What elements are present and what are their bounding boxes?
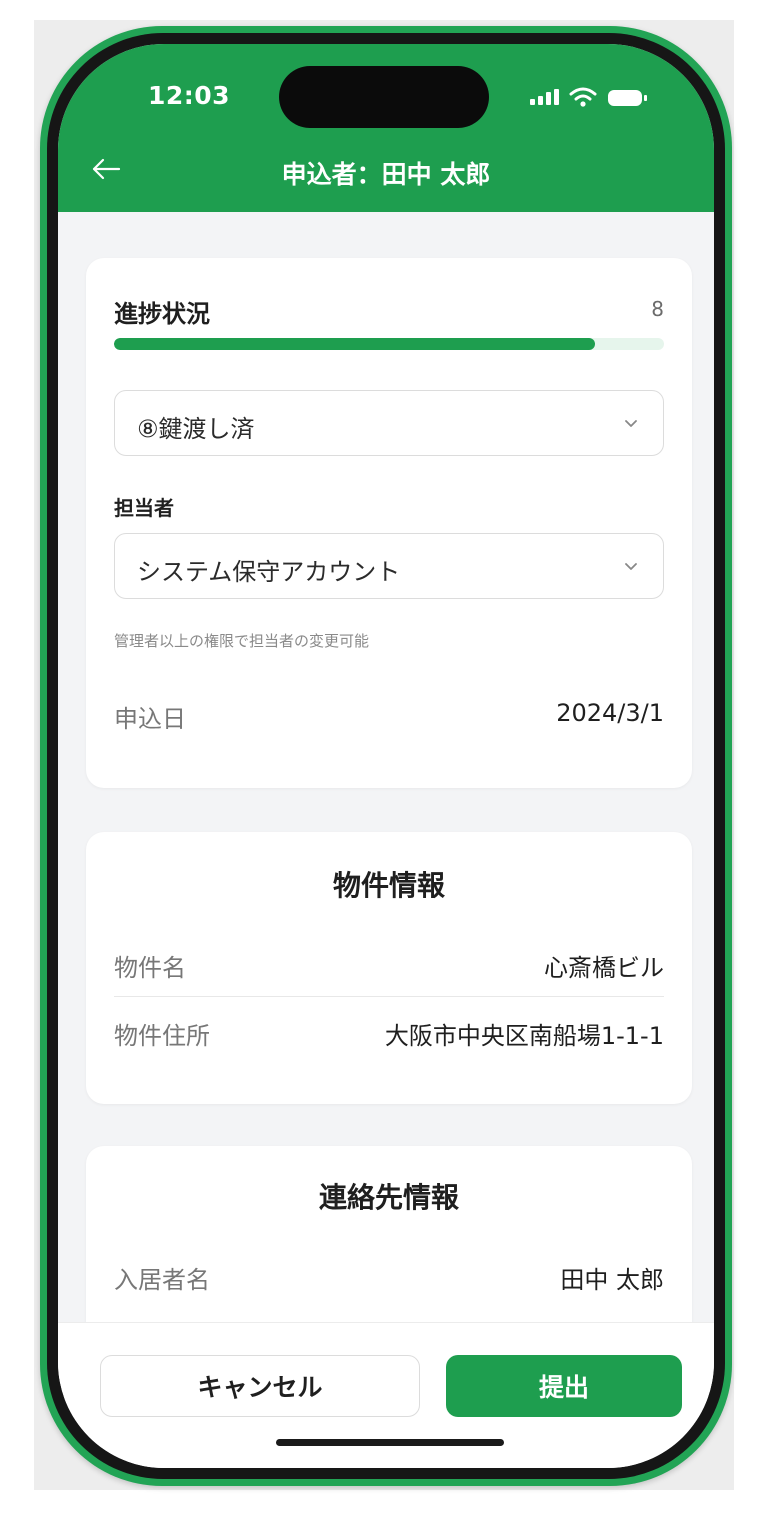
progress-card: 進捗状況 8 ⑧鍵渡し済 担当者 システム保守アカウント 管理者以上の権限で担当… (86, 258, 692, 788)
property-address-value: 大阪市中央区南船場1-1-1 (384, 1022, 664, 1050)
progress-bar (114, 338, 664, 350)
cancel-button[interactable]: キャンセル (100, 1355, 420, 1417)
progress-label: 進捗状況 (114, 300, 210, 328)
property-section-title: 物件情報 (332, 869, 445, 902)
property-card: 物件情報 物件名 心斎橋ビル 物件住所 大阪市中央区南船場1-1-1 (86, 832, 692, 1104)
resident-name-label: 入居者名 (114, 1266, 210, 1294)
chevron-down-icon (625, 563, 637, 570)
progress-bar-fill (114, 338, 596, 350)
resident-name-value: 田中 太郎 (560, 1266, 664, 1294)
dynamic-island (279, 66, 489, 128)
contact-section-title: 連絡先情報 (318, 1181, 459, 1214)
signal-icon (528, 86, 562, 108)
status-time: 12:03 (148, 81, 231, 110)
assignee-select[interactable]: システム保守アカウント (114, 533, 664, 599)
content-area: 進捗状況 8 ⑧鍵渡し済 担当者 システム保守アカウント 管理者以上の権限で担当… (58, 212, 714, 1406)
screen: 12:03 申込者：田中 太郎 進捗状況 8 ⑧鍵渡し済 担当者 システム保守ア… (58, 44, 714, 1468)
progress-step: 8 (651, 297, 664, 321)
assignee-note: 管理者以上の権限で担当者の変更可能 (114, 632, 370, 650)
submit-button[interactable]: 提出 (446, 1355, 682, 1417)
wifi-icon (569, 87, 597, 107)
app-header: 12:03 申込者：田中 太郎 (58, 44, 714, 212)
assignee-label: 担当者 (114, 496, 174, 520)
action-footer: キャンセル 提出 (58, 1322, 714, 1468)
property-address-label: 物件住所 (114, 1022, 210, 1050)
phone-frame: 12:03 申込者：田中 太郎 進捗状況 8 ⑧鍵渡し済 担当者 システム保守ア… (40, 26, 732, 1486)
page-title: 申込者：田中 太郎 (281, 160, 491, 189)
status-select-value: ⑧鍵渡し済 (137, 415, 255, 443)
status-select[interactable]: ⑧鍵渡し済 (114, 390, 664, 456)
divider (114, 996, 664, 997)
home-indicator (276, 1439, 504, 1446)
phone-bezel: 12:03 申込者：田中 太郎 進捗状況 8 ⑧鍵渡し済 担当者 システム保守ア… (47, 33, 725, 1479)
property-name-label: 物件名 (114, 954, 186, 982)
application-date-label: 申込日 (114, 705, 186, 733)
chevron-down-icon (625, 420, 637, 427)
assignee-select-value: システム保守アカウント (137, 558, 401, 586)
property-name-value: 心斎橋ビル (544, 954, 664, 982)
application-date-value: 2024/3/1 (556, 699, 664, 727)
battery-icon (608, 90, 647, 106)
